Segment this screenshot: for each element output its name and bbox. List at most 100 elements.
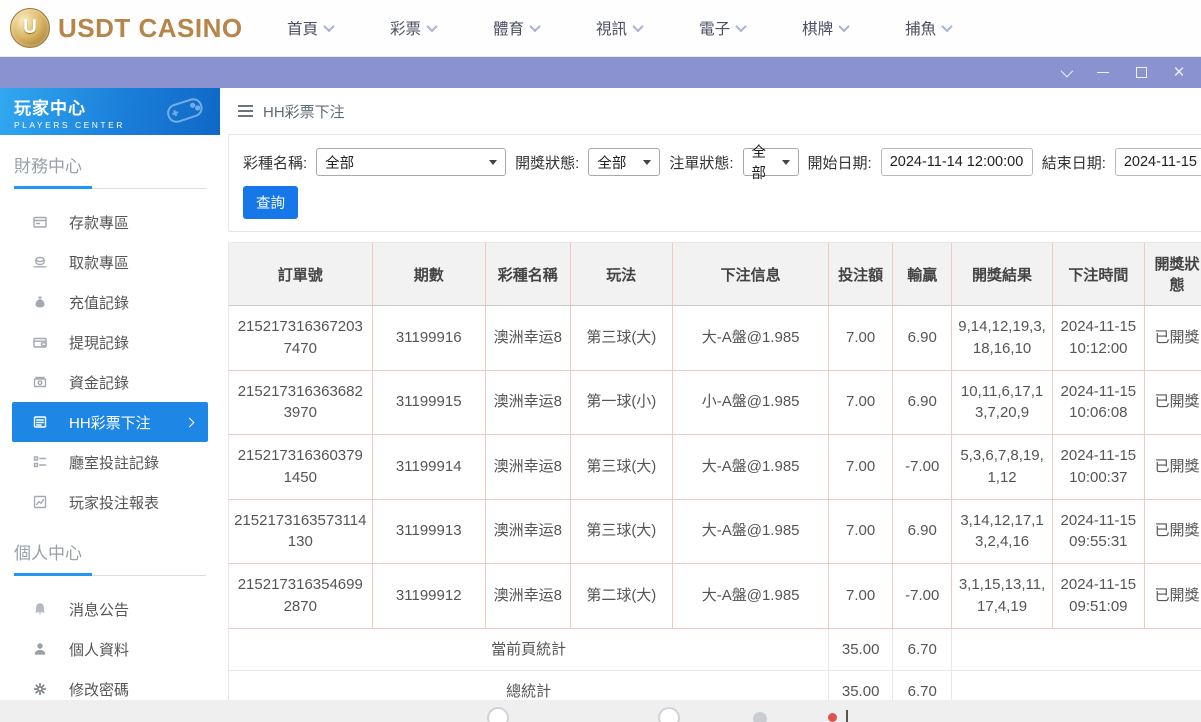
bet-status-select[interactable]: 全部: [742, 145, 799, 182]
close-icon[interactable]: ×: [1171, 63, 1187, 82]
withdraw-icon: [32, 254, 48, 270]
table-cell: 澳洲幸运8: [485, 370, 571, 435]
table-cell: 7.00: [828, 305, 894, 371]
table-cell: 2024-11-15 10:12:00: [1052, 305, 1146, 371]
table-cell: 已開獎: [1144, 370, 1201, 435]
chevron-down-icon: [941, 20, 953, 33]
search-button[interactable]: 查詢: [243, 186, 298, 219]
column-header: 玩法: [570, 243, 673, 306]
summary-empty: [951, 628, 1201, 672]
nav-item-2[interactable]: 彩票: [390, 17, 438, 39]
table-cell: 2024-11-15 10:00:37: [1052, 434, 1146, 500]
footer-partial-icon: [487, 707, 509, 722]
nav-item-1[interactable]: 首頁: [287, 17, 335, 39]
footer-partial-icon: [828, 713, 837, 722]
minimize-icon[interactable]: [1095, 65, 1111, 81]
draw-status-select[interactable]: 全部: [588, 148, 661, 176]
start-date-label: 開始日期:: [807, 154, 872, 172]
start-date-input[interactable]: [880, 148, 1033, 176]
sidebar-item-個人資料[interactable]: 個人資料: [0, 629, 220, 669]
nav-item-label: 首頁: [287, 21, 319, 38]
sidebar-item-消息公告[interactable]: 消息公告: [0, 589, 220, 629]
menu-toggle-icon[interactable]: [238, 105, 253, 117]
table-cell: 已開獎: [1144, 305, 1201, 371]
top-bar: U USDT CASINO 首頁 彩票 體育 視訊 電子 棋牌 捕魚: [0, 0, 1201, 57]
sidebar-item-廳室投註記錄[interactable]: 廳室投註記錄: [0, 442, 220, 482]
sidebar-item-label: 取款專區: [69, 254, 130, 272]
logo-text: USDT CASINO: [58, 12, 243, 43]
table-cell: 2024-11-15 09:51:09: [1052, 563, 1146, 629]
chevron-down-icon: [489, 159, 498, 165]
sidebar-item-label: 修改密碼: [69, 681, 130, 699]
column-header: 訂單號: [229, 243, 373, 306]
table-cell: 大-A盤@1.985: [672, 305, 830, 371]
report-icon: [32, 494, 48, 510]
table-cell: 7.00: [828, 370, 894, 435]
table-cell: 31199912: [372, 563, 486, 629]
sidebar-item-label: 充值記錄: [69, 294, 130, 312]
sidebar-item-label: 消息公告: [69, 601, 130, 619]
summary-winloss-total: 6.70: [892, 628, 953, 672]
table-cell: 10,11,6,17,13,7,20,9: [951, 370, 1053, 435]
footer-partial-icon: [753, 712, 767, 722]
table-cell: 31199915: [372, 370, 486, 435]
collapse-chevron-icon[interactable]: [1057, 64, 1073, 81]
table-cell: 2152173163603791450: [229, 434, 373, 500]
logo[interactable]: U USDT CASINO: [10, 8, 245, 48]
table-cell: 大-A盤@1.985: [672, 499, 830, 564]
sidebar-item-玩家投注報表[interactable]: 玩家投注報表: [0, 482, 220, 522]
sidebar-item-label: 個人資料: [69, 641, 130, 659]
table-row: 2152173163546992870 31199912 澳洲幸运8 第二球(大) 大-…: [229, 563, 1201, 629]
table-row: 2152173163672037470 31199916 澳洲幸运8 第三球(大) 大-…: [229, 305, 1201, 371]
table-cell: 澳洲幸运8: [485, 499, 571, 564]
sidebar-item-HH彩票下注[interactable]: HH彩票下注: [12, 402, 208, 442]
table-cell: 6.90: [892, 370, 953, 435]
table-cell: 6.90: [892, 499, 953, 564]
table-cell: 5,3,6,7,8,19,1,12: [951, 434, 1053, 500]
table-cell: 2024-11-15 10:06:08: [1052, 370, 1146, 435]
maximize-icon[interactable]: [1133, 65, 1149, 81]
nav-item-7[interactable]: 捕魚: [905, 17, 953, 39]
table-cell: 第一球(小): [570, 370, 673, 435]
table-cell: 第三球(大): [570, 434, 673, 500]
sidebar-item-label: 玩家投注報表: [69, 494, 160, 512]
window-title-bar: ×: [0, 57, 1201, 88]
chevron-right-icon: [184, 417, 195, 427]
sidebar-section-title-2: 個人中心: [14, 544, 82, 563]
table-cell: 9,14,12,19,3,18,16,10: [951, 305, 1053, 371]
nav-item-label: 捕魚: [905, 21, 937, 38]
nav-item-6[interactable]: 棋牌: [802, 17, 850, 39]
sidebar-item-存款專區[interactable]: 存款專區: [0, 202, 220, 242]
table-cell: 31199913: [372, 499, 486, 564]
chevron-down-icon: [426, 20, 438, 33]
table-cell: 2152173163573114130: [229, 499, 373, 564]
summary-label: 當前頁統計: [229, 628, 829, 672]
sidebar-item-取款專區[interactable]: 取款專區: [0, 242, 220, 282]
nav-item-label: 棋牌: [802, 21, 834, 38]
lottery-select[interactable]: 全部: [316, 148, 507, 176]
cashout-icon: [32, 334, 48, 350]
column-header: 期數: [372, 243, 486, 306]
chevron-down-icon: [323, 20, 335, 33]
main-nav: 首頁 彩票 體育 視訊 電子 棋牌 捕魚: [287, 17, 953, 39]
nav-item-label: 電子: [699, 21, 731, 38]
sidebar-item-充值記錄[interactable]: 充值記錄: [0, 282, 220, 322]
breadcrumb: HH彩票下注: [228, 88, 1201, 134]
table-row: 2152173163573114130 31199913 澳洲幸运8 第三球(大) 大-…: [229, 499, 1201, 564]
chevron-down-icon: [529, 20, 541, 33]
bets-table: 訂單號期數彩種名稱玩法下注信息投注額輸贏開獎結果下注時間開獎狀態注單狀態 215…: [229, 243, 1201, 714]
summary-bet-total: 35.00: [828, 628, 894, 672]
nav-item-5[interactable]: 電子: [699, 17, 747, 39]
table-cell: 2152173163636823970: [229, 370, 373, 435]
sidebar-item-提現記錄[interactable]: 提現記錄: [0, 322, 220, 362]
table-cell: 已開獎: [1144, 434, 1201, 500]
end-date-input[interactable]: [1114, 148, 1201, 176]
nav-item-3[interactable]: 體育: [493, 17, 541, 39]
nav-item-4[interactable]: 視訊: [596, 17, 644, 39]
sidebar-item-label: 資金記錄: [69, 374, 130, 392]
nav-item-label: 體育: [493, 21, 525, 38]
hall-icon: [32, 454, 48, 470]
deposit-icon: [32, 214, 48, 230]
sidebar-header: 玩家中心 PLAYERS CENTER: [0, 88, 220, 135]
sidebar-item-資金記錄[interactable]: 資金記錄: [0, 362, 220, 402]
